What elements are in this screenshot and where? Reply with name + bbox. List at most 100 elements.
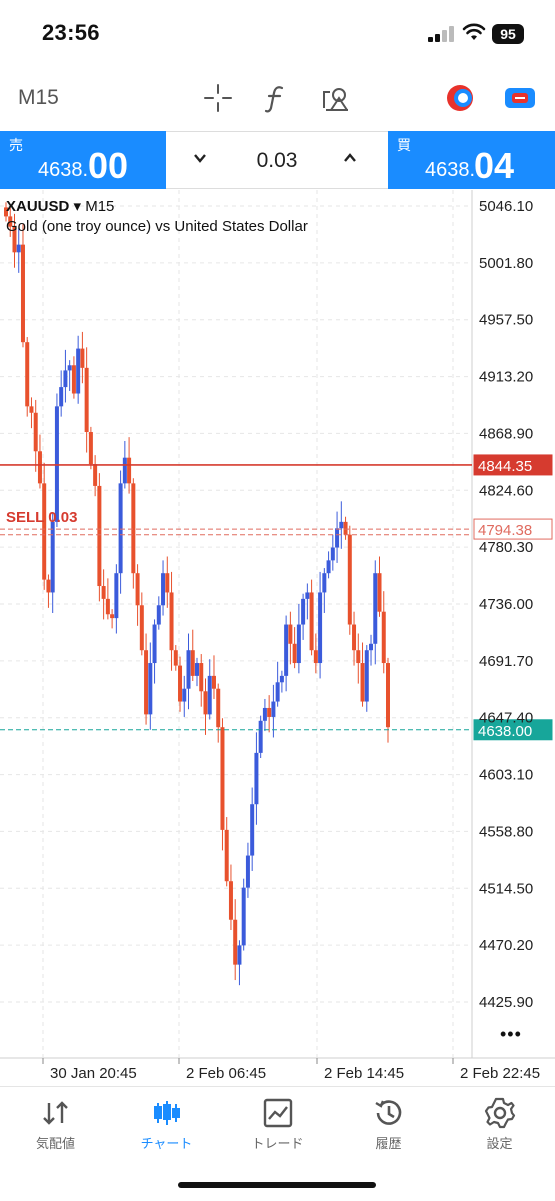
candle-body: [241, 887, 246, 946]
candle-body: [233, 919, 238, 965]
candle-body: [59, 387, 64, 407]
lot-selector: 0.03: [166, 131, 388, 189]
chart-symbol: XAUUSD: [6, 198, 70, 215]
candle-body: [195, 663, 199, 676]
candle-body: [76, 348, 81, 394]
candle-body: [131, 483, 136, 574]
candle-body: [67, 365, 72, 371]
candle-body: [296, 624, 301, 664]
chart-symbol-title[interactable]: XAUUSD ▾ M15: [6, 197, 114, 215]
sell-price-pips: 00: [88, 145, 129, 186]
price-tick-label: 4736.00: [479, 596, 533, 613]
status-time: 23:56: [42, 20, 100, 45]
candle-body: [224, 829, 229, 882]
candle-body: [258, 720, 263, 753]
chart-symbol-description: Gold (one troy ounce) vs United States D…: [6, 218, 308, 235]
candle-body: [37, 451, 42, 484]
candle-body: [207, 675, 212, 715]
candle-body: [356, 650, 361, 664]
sell-button[interactable]: 売 4638. 00: [0, 131, 166, 189]
candle-body: [161, 573, 166, 606]
candle-body: [386, 663, 390, 728]
candle-body: [88, 432, 93, 465]
candlesticks: [4, 202, 390, 986]
price-tick-label: 4647.40: [479, 710, 533, 727]
price-tick-label: 4514.50: [479, 880, 533, 897]
objects-icon[interactable]: [318, 80, 354, 116]
price-tick-label: 4470.20: [479, 937, 533, 954]
candle-body: [54, 406, 59, 522]
home-indicator: [178, 1182, 376, 1188]
candle-body: [25, 342, 30, 407]
candle-body: [288, 624, 293, 644]
buy-button[interactable]: 買 4638. 04: [388, 131, 555, 189]
candle-body: [267, 707, 272, 717]
candle-body: [156, 605, 161, 625]
candle-body: [305, 592, 310, 599]
candle-body: [322, 573, 327, 593]
candle-body: [352, 624, 357, 651]
candle-body: [309, 592, 314, 651]
candle-body: [369, 643, 374, 651]
chart-timeframe: ▾ M15: [73, 198, 115, 215]
candle-body: [190, 650, 195, 676]
crosshair-icon[interactable]: [200, 80, 236, 116]
time-tick-label: 30 Jan 20:45: [50, 1065, 137, 1082]
candle-body: [377, 573, 382, 612]
battery-indicator: 95: [492, 24, 524, 44]
candle-body: [335, 528, 340, 548]
price-tick-label: 4957.50: [479, 312, 533, 329]
candle-body: [122, 457, 127, 484]
nav-label: チャート: [140, 1136, 193, 1151]
chart-grid: [0, 190, 555, 1059]
candle-body: [262, 707, 267, 721]
price-tick-label: 4868.90: [479, 425, 533, 442]
candle-body: [318, 592, 323, 664]
nav-label: 設定: [486, 1136, 513, 1151]
timeframe-button[interactable]: M15: [18, 86, 59, 110]
nav-label: 気配値: [35, 1136, 75, 1151]
alert-price-tag-label: 4844.35: [478, 458, 532, 475]
candle-body: [135, 573, 140, 606]
price-axis: 5046.10 5001.80 4957.50 4913.20 4868.90 4824.…: [479, 198, 533, 1011]
candle-body: [373, 573, 378, 644]
candle-body: [364, 650, 369, 702]
candle-body: [148, 663, 153, 715]
candle-body: [186, 650, 191, 689]
candle-body: [165, 573, 170, 593]
candle-body: [152, 624, 157, 664]
candle-body: [63, 370, 68, 388]
candle-body: [347, 534, 352, 625]
history-icon: [375, 1100, 402, 1125]
candle-body: [178, 665, 183, 702]
candle-body: [313, 650, 318, 664]
time-axis: 30 Jan 20:45 2 Feb 06:45 2 Feb 14:45 2 Feb …: [42, 1058, 540, 1082]
candle-body: [127, 457, 132, 484]
candle-body: [71, 365, 76, 394]
price-tick-label: 4603.10: [479, 767, 533, 784]
lot-increase-button[interactable]: [342, 150, 358, 171]
candle-body: [292, 643, 297, 664]
wifi-icon: [462, 23, 486, 40]
candle-body: [381, 611, 386, 664]
candle-body: [84, 367, 89, 433]
trade-toggle-icon[interactable]: [502, 80, 538, 116]
candle-body: [199, 663, 204, 692]
candle-body: [29, 406, 34, 413]
candle-body: [250, 804, 255, 856]
one-click-trading-icon[interactable]: [442, 80, 478, 116]
time-tick-label: 2 Feb 22:45: [460, 1065, 540, 1082]
candle-body: [173, 650, 178, 666]
indicator-f-icon[interactable]: [258, 80, 294, 116]
candle-body: [114, 573, 119, 619]
candle-body: [271, 701, 276, 717]
candle-body: [284, 624, 289, 676]
candle-body: [50, 521, 55, 593]
candle-body: [97, 485, 102, 587]
more-options-button[interactable]: •••: [500, 1024, 522, 1045]
candle-body: [182, 688, 187, 702]
price-tick-label: 4913.20: [479, 369, 533, 386]
price-chart[interactable]: 4844.354794.38SELL 0.034638.00 5046.1050…: [0, 190, 555, 1085]
candle-body: [237, 945, 242, 965]
candle-body: [93, 464, 98, 486]
